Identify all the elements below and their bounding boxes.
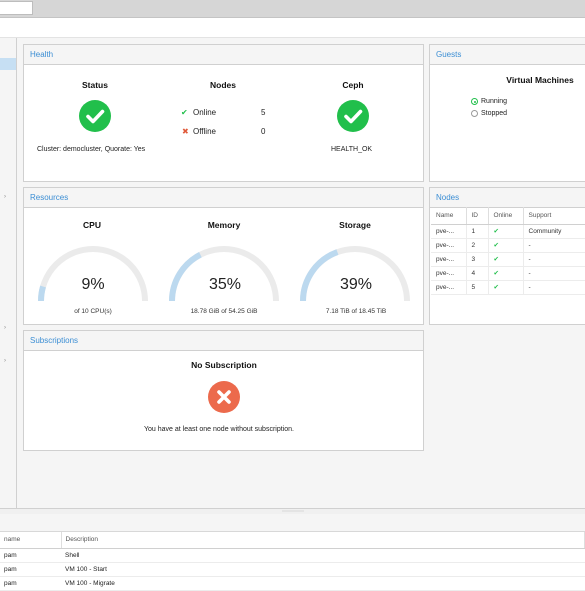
cpu-gauge bbox=[37, 246, 148, 302]
running-radio-icon bbox=[471, 98, 478, 105]
table-row[interactable]: pam VM 100 - Start bbox=[0, 562, 585, 577]
selected-tree-item[interactable] bbox=[0, 58, 16, 70]
resource-tree[interactable]: › › › bbox=[0, 38, 17, 508]
node-id: 4 bbox=[466, 266, 489, 281]
node-support: Community bbox=[523, 224, 585, 239]
column-header-username[interactable]: name bbox=[0, 532, 62, 549]
table-row[interactable]: pam Shell bbox=[0, 548, 585, 563]
table-row[interactable]: pve-... 2 ✔ - bbox=[431, 238, 585, 253]
node-id: 5 bbox=[466, 280, 489, 295]
column-header-online[interactable]: Online bbox=[488, 207, 524, 225]
memory-percent: 35% bbox=[208, 276, 242, 293]
node-name: pve-... bbox=[431, 224, 467, 239]
cpu-heading: CPU bbox=[83, 220, 101, 230]
node-name: pve-... bbox=[431, 266, 467, 281]
stopped-label: Stopped bbox=[481, 110, 508, 117]
node-name: pve-... bbox=[431, 280, 467, 295]
subscription-heading: No Subscription bbox=[191, 360, 257, 370]
column-header-name[interactable]: Name bbox=[431, 207, 467, 225]
column-header-support[interactable]: Support bbox=[523, 207, 585, 225]
nodes-table: Name ID Online Support pve-... 1 ✔ Commu… bbox=[431, 207, 585, 295]
subscription-message: You have at least one node without subsc… bbox=[144, 426, 294, 433]
log-panel-header bbox=[0, 514, 585, 532]
offline-label: Offline bbox=[193, 127, 216, 136]
cpu-gauge-fill bbox=[37, 285, 46, 302]
node-id: 1 bbox=[466, 224, 489, 239]
storage-detail: 7.18 TiB of 18.45 TiB bbox=[325, 308, 387, 315]
no-subscription-icon bbox=[208, 381, 240, 413]
log-description: VM 100 - Migrate bbox=[61, 576, 585, 591]
status-heading: Status bbox=[82, 80, 108, 90]
status-ok-icon bbox=[79, 100, 111, 132]
chevron-right-icon[interactable]: › bbox=[4, 325, 6, 331]
subscriptions-panel-title: Subscriptions bbox=[24, 331, 423, 351]
offline-x-icon: ✖ bbox=[182, 127, 189, 136]
ceph-heading: Ceph bbox=[342, 80, 364, 90]
table-row[interactable]: pam VM 100 - Migrate bbox=[0, 576, 585, 591]
column-header-id[interactable]: ID bbox=[466, 207, 489, 225]
online-check-icon: ✔ bbox=[181, 108, 188, 117]
online-check-icon: ✔ bbox=[488, 224, 524, 239]
node-support: - bbox=[523, 280, 585, 295]
search-input[interactable] bbox=[0, 1, 33, 15]
ceph-status: HEALTH_OK bbox=[331, 146, 373, 153]
log-user: pam bbox=[0, 562, 61, 577]
table-row[interactable]: pve-... 3 ✔ - bbox=[431, 252, 585, 267]
guests-panel-title: Guests bbox=[430, 45, 585, 65]
table-row[interactable]: pve-... 4 ✔ - bbox=[431, 266, 585, 281]
log-user: pam bbox=[0, 548, 61, 563]
log-description: VM 100 - Start bbox=[61, 562, 585, 577]
node-name: pve-... bbox=[431, 252, 467, 267]
node-support: - bbox=[523, 266, 585, 281]
node-support: - bbox=[523, 252, 585, 267]
online-check-icon: ✔ bbox=[488, 266, 524, 281]
online-count: 5 bbox=[261, 108, 266, 117]
online-check-icon: ✔ bbox=[488, 252, 524, 267]
ceph-ok-icon bbox=[337, 100, 369, 132]
content-header bbox=[0, 18, 585, 38]
nodes-panel-title: Nodes bbox=[430, 188, 585, 208]
splitter-grip[interactable] bbox=[282, 510, 304, 512]
top-toolbar bbox=[0, 0, 585, 18]
node-id: 2 bbox=[466, 238, 489, 253]
nodes-heading: Nodes bbox=[210, 80, 236, 90]
memory-detail: 18.78 GiB of 54.25 GiB bbox=[190, 308, 258, 315]
storage-gauge bbox=[300, 246, 410, 302]
memory-gauge bbox=[169, 246, 279, 302]
node-id: 3 bbox=[466, 252, 489, 267]
offline-count: 0 bbox=[261, 127, 266, 136]
memory-heading: Memory bbox=[207, 220, 241, 230]
health-panel-title: Health bbox=[24, 45, 423, 65]
cluster-info: Cluster: democluster, Quorate: Yes bbox=[37, 146, 146, 153]
cpu-detail: of 10 CPU(s) bbox=[74, 308, 112, 315]
storage-heading: Storage bbox=[339, 220, 371, 230]
stopped-radio-icon bbox=[471, 110, 478, 117]
table-row[interactable]: pve-... 5 ✔ - bbox=[431, 280, 585, 295]
table-row[interactable]: pve-... 1 ✔ Community bbox=[431, 224, 585, 239]
storage-percent: 39% bbox=[339, 276, 373, 293]
running-label: Running bbox=[481, 98, 508, 105]
cpu-percent: 9% bbox=[81, 276, 105, 293]
column-header-description[interactable]: Description bbox=[61, 532, 585, 549]
virtual-machines-heading: Virtual Machines bbox=[506, 75, 574, 85]
task-log-table: name Description pam Shell pam VM 100 - … bbox=[0, 532, 585, 591]
online-label: Online bbox=[193, 108, 217, 117]
chevron-right-icon[interactable]: › bbox=[4, 194, 6, 200]
online-check-icon: ✔ bbox=[488, 238, 524, 253]
resources-panel-title: Resources bbox=[24, 188, 423, 208]
online-check-icon: ✔ bbox=[488, 280, 524, 295]
chevron-right-icon[interactable]: › bbox=[4, 358, 6, 364]
log-description: Shell bbox=[61, 548, 585, 563]
node-support: - bbox=[523, 238, 585, 253]
log-user: pam bbox=[0, 576, 61, 591]
node-name: pve-... bbox=[431, 238, 467, 253]
